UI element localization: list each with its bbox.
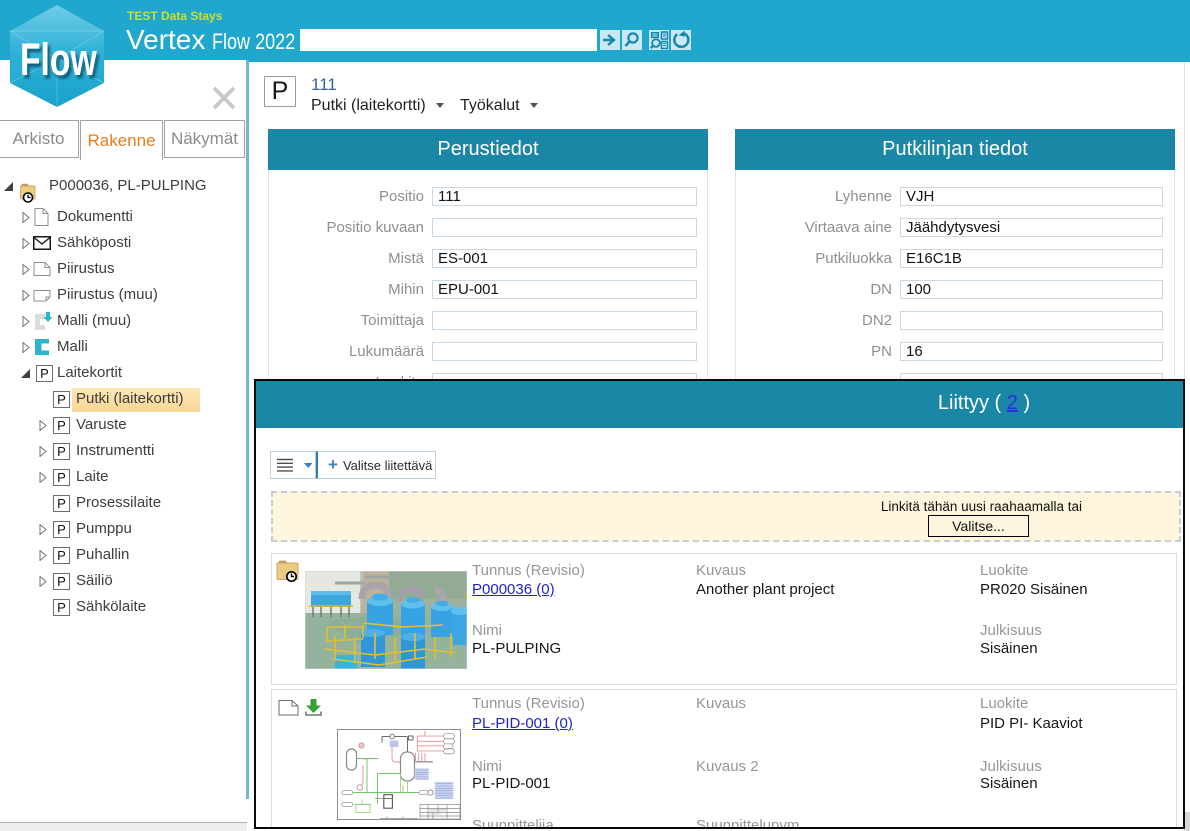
svg-text:P: P	[57, 600, 66, 615]
svg-text:P: P	[57, 522, 66, 537]
svg-text:P: P	[57, 470, 66, 485]
svg-text:P: P	[57, 548, 66, 563]
svg-text:P: P	[57, 444, 66, 459]
svg-text:P: P	[40, 366, 49, 381]
svg-text:Flow: Flow	[20, 35, 98, 85]
svg-text:P: P	[57, 496, 66, 511]
svg-text:P: P	[57, 574, 66, 589]
svg-text:P: P	[57, 392, 66, 407]
svg-text:P: P	[57, 418, 66, 433]
